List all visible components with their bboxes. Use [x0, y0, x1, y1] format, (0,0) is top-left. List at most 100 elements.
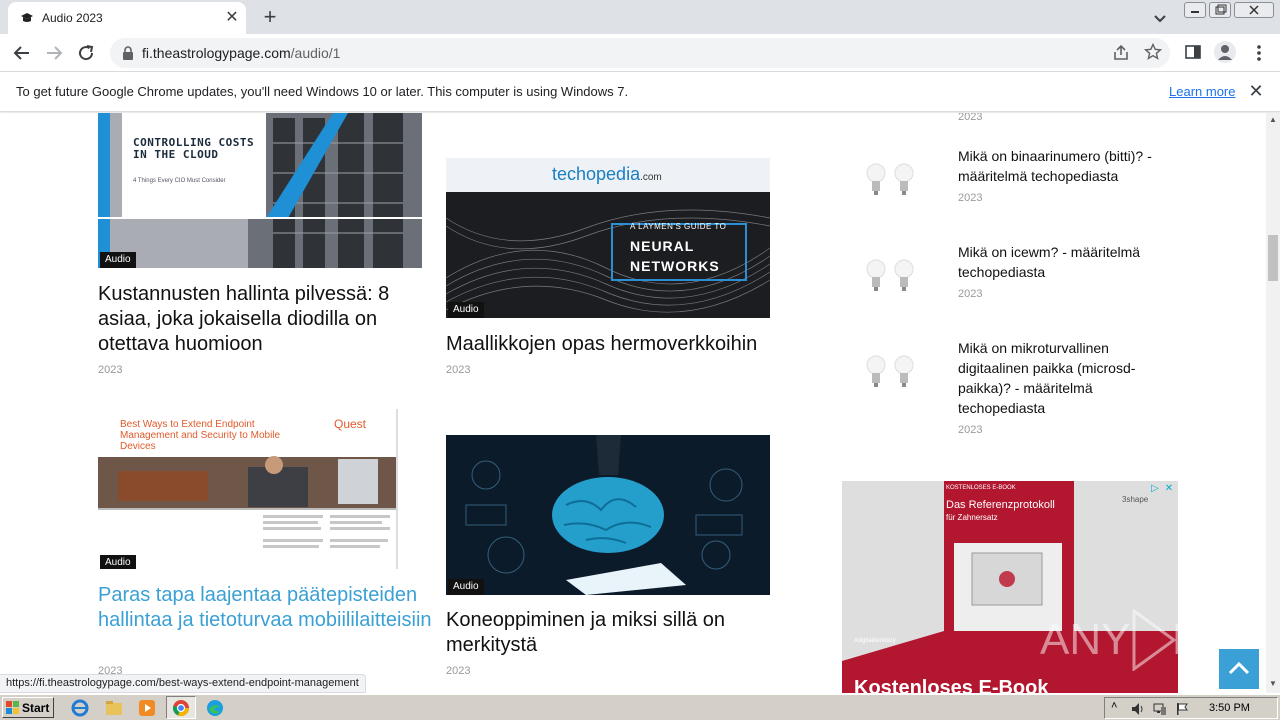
url-path: /audio/1	[290, 45, 341, 61]
share-icon[interactable]	[1112, 44, 1130, 62]
sidebar-item-title[interactable]: Mikä on binaarinumero (bitti)? - määrite…	[958, 146, 1168, 186]
back-to-top-button[interactable]	[1219, 649, 1259, 689]
ad-kicker: KOSTENLOSES E-BOOK	[946, 485, 1016, 491]
media-player-icon[interactable]	[137, 698, 157, 718]
tab-title: Audio 2023	[42, 11, 103, 25]
card-image-headline: CONTROLLING COSTS IN THE CLOUD	[133, 136, 255, 161]
forward-arrow-icon[interactable]	[42, 41, 66, 65]
card-year: 2023	[446, 665, 471, 677]
ad-subheadline: für Zahnersatz	[946, 513, 998, 522]
update-infobar: To get future Google Chrome updates, you…	[0, 72, 1280, 112]
brain-hologram-illustration	[446, 435, 770, 595]
network-icon[interactable]	[1153, 702, 1167, 716]
ad-brand: 3shape	[1122, 495, 1149, 504]
start-button[interactable]: Start	[2, 697, 54, 718]
scroll-thumb[interactable]	[1268, 235, 1278, 281]
card-image-kicker: A LAYMEN'S GUIDE TO	[630, 222, 727, 231]
lightbulbs-thumbnail[interactable]	[862, 157, 918, 205]
tab-strip: Audio 2023 ✕ +	[0, 0, 1280, 34]
tray-expand-icon[interactable]: ˄	[1111, 700, 1117, 712]
window-minimize-button[interactable]	[1184, 2, 1206, 18]
audio-badge: Audio	[100, 252, 136, 268]
sidebar-item-year: 2023	[958, 192, 983, 204]
quest-logo: Quest	[334, 417, 367, 431]
browser-toolbar: fi.theastrologypage.com/audio/1	[0, 34, 1280, 72]
address-bar[interactable]: fi.theastrologypage.com/audio/1	[110, 38, 1170, 68]
card-image-machine-learning[interactable]: Audio	[446, 435, 770, 595]
sidebar-item-year: 2023	[958, 288, 983, 300]
infobar-message: To get future Google Chrome updates, you…	[16, 84, 629, 99]
ad-tag: #digitaldentistry	[854, 638, 896, 644]
audio-badge: Audio	[448, 302, 484, 318]
avatar	[1218, 45, 1232, 60]
learn-more-link[interactable]: Learn more	[1169, 84, 1235, 99]
reload-icon[interactable]	[74, 41, 98, 65]
watermark-left: ANY	[1040, 615, 1131, 664]
card-image-subtext: 4 Things Every CIO Must Consider	[133, 178, 226, 184]
volume-icon[interactable]	[1131, 702, 1145, 716]
scroll-up-icon[interactable]: ▲	[1269, 115, 1277, 124]
tab-audio-2023[interactable]: Audio 2023 ✕	[8, 2, 246, 34]
lightbulbs-thumbnail[interactable]	[862, 349, 918, 397]
card-title[interactable]: Koneoppiminen ja miksi sillä on merkitys…	[446, 608, 766, 658]
window-close-button[interactable]	[1234, 2, 1274, 18]
system-tray: ˄ 3:50 PM	[1104, 697, 1278, 719]
page-scrollbar[interactable]: ▲ ▼	[1266, 113, 1280, 693]
windows-flag-icon	[6, 701, 19, 714]
windows-taskbar: Start ˄ 3:50 PM	[0, 694, 1280, 720]
card-image-line2: NETWORKS	[630, 258, 720, 274]
url-host: fi.theastrologypage.com	[142, 45, 291, 61]
ie-icon[interactable]	[70, 698, 90, 718]
back-arrow-icon[interactable]	[10, 41, 34, 65]
tab-close-button[interactable]: ✕	[222, 8, 242, 28]
card-title[interactable]: Kustannusten hallinta pilvessä: 8 asiaa,…	[98, 282, 418, 357]
card-title[interactable]: Maallikkojen opas hermoverkkoihin	[446, 332, 786, 357]
sidebar-item-title[interactable]: Mikä on mikroturvallinen digitaalinen pa…	[958, 338, 1168, 418]
scroll-down-icon[interactable]: ▼	[1269, 679, 1277, 688]
restore-icon	[1215, 4, 1227, 15]
card-image-cloud-costs[interactable]: CONTROLLING COSTS IN THE CLOUD 4 Things …	[98, 113, 422, 268]
minimize-icon	[1191, 11, 1199, 13]
techopedia-brand: techopedia	[552, 164, 641, 184]
tab-favicon-icon	[21, 13, 33, 22]
chevron-up-icon	[1228, 661, 1250, 675]
window-restore-button[interactable]	[1209, 2, 1231, 18]
ad-choices-icon[interactable]: ▷	[1148, 482, 1162, 496]
star-icon[interactable]	[1144, 43, 1162, 61]
audio-badge: Audio	[100, 555, 136, 569]
techopedia-brand-suffix: .com	[640, 172, 662, 183]
ad-close-button[interactable]: ✕	[1162, 482, 1176, 496]
url-text[interactable]: fi.theastrologypage.com/audio/1	[142, 45, 340, 61]
page-viewport: CONTROLLING COSTS IN THE CLOUD 4 Things …	[0, 113, 1266, 693]
anyrun-watermark: ANY RUN	[1040, 609, 1266, 673]
tab-search-icon[interactable]	[1150, 8, 1170, 28]
menu-icon[interactable]	[1250, 42, 1268, 64]
card-title-hovered[interactable]: Paras tapa laajentaa päätepisteiden hall…	[98, 583, 443, 633]
link-status-bubble: https://fi.theastrologypage.com/best-way…	[0, 674, 366, 693]
sidebar-item-year: 2023	[958, 424, 983, 436]
lock-icon[interactable]	[122, 46, 134, 60]
card-image-neural-networks[interactable]: techopedia.com A LAYMEN'S GUIDE TO NEURA…	[446, 158, 770, 318]
side-panel-icon[interactable]	[1184, 43, 1202, 61]
infobar-close-button[interactable]: ✕	[1247, 82, 1265, 100]
chrome-icon	[172, 700, 189, 716]
explorer-folder-icon[interactable]	[104, 698, 124, 718]
profile-icon[interactable]	[1214, 41, 1236, 63]
close-icon	[1249, 5, 1259, 15]
start-label: Start	[22, 701, 50, 715]
chrome-taskbar-button[interactable]	[166, 696, 196, 719]
lightbulbs-thumbnail[interactable]	[862, 253, 918, 301]
ad-bottom-text: Kostenloses E-Book	[854, 677, 1049, 693]
card-year: 2023	[446, 364, 471, 376]
card-year: 2023	[98, 364, 123, 376]
card-image-endpoint-management[interactable]: Best Ways to Extend Endpoint Management …	[98, 409, 422, 569]
play-triangle-icon	[1132, 609, 1176, 671]
new-tab-button[interactable]: +	[258, 5, 282, 29]
ad-headline: Das Referenzprotokoll	[946, 499, 1055, 511]
taskbar-clock[interactable]: 3:50 PM	[1209, 702, 1250, 714]
card-image-line1: NEURAL	[630, 238, 695, 254]
audio-badge: Audio	[448, 579, 484, 595]
sidebar-item-title[interactable]: Mikä on icewm? - määritelmä techopediast…	[958, 242, 1168, 282]
action-center-flag-icon[interactable]	[1175, 702, 1189, 716]
edge-icon[interactable]	[205, 698, 225, 718]
